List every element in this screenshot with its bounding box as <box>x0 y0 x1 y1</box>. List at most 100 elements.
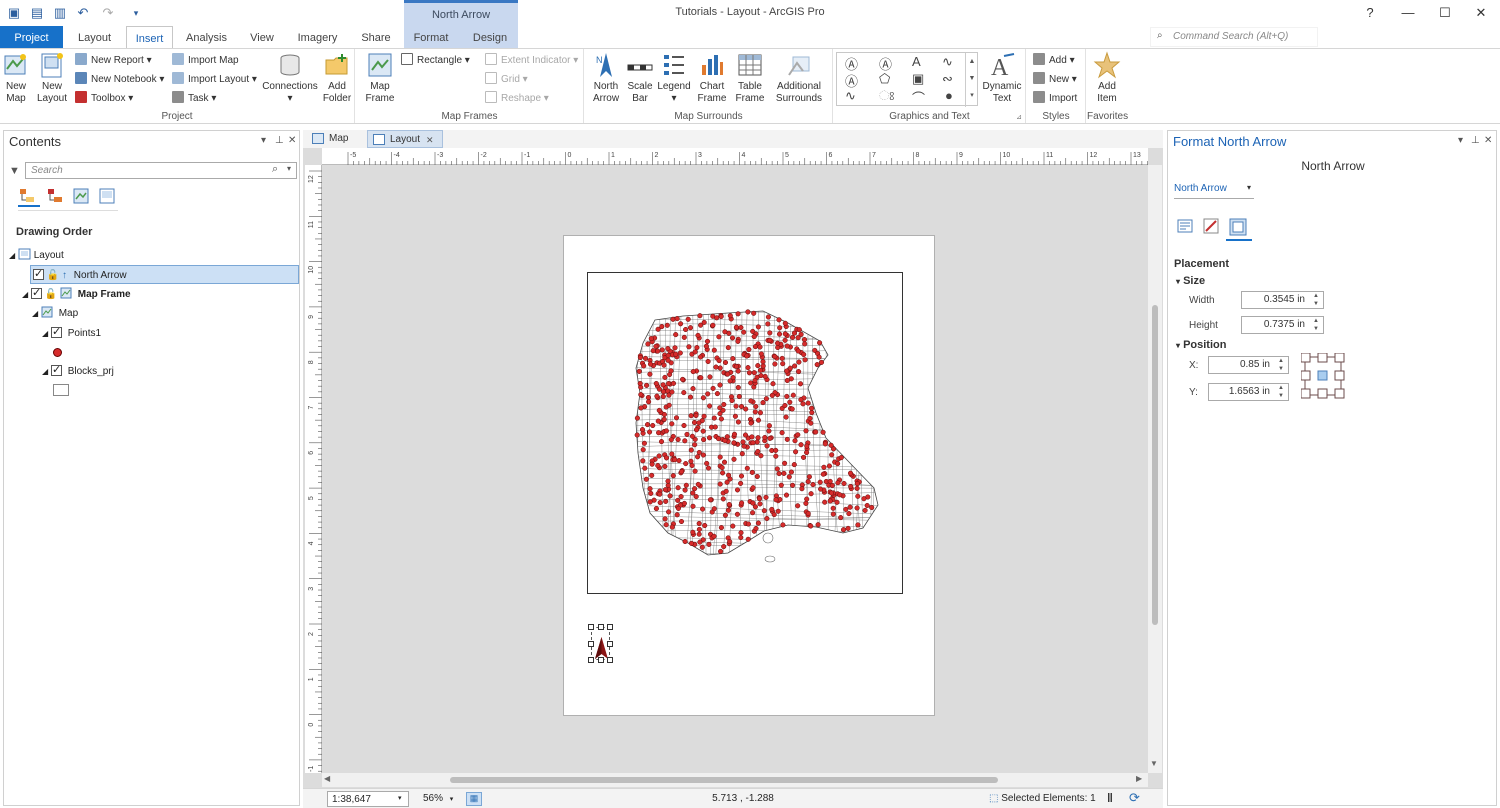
map-content[interactable] <box>588 273 904 595</box>
element-select[interactable]: North Arrow ▾ <box>1174 183 1254 199</box>
search-icon[interactable]: ⌕ <box>272 163 278 176</box>
tree-item-blocks-prj[interactable]: ◢ Blocks_prj <box>42 361 114 381</box>
legend-button[interactable]: Legend ▾ <box>657 51 691 105</box>
visibility-checkbox[interactable] <box>50 323 62 342</box>
scale-bar-button[interactable]: Scale Bar <box>625 51 655 105</box>
polygon-icon[interactable]: ⬠ <box>879 71 890 87</box>
tab-design[interactable]: Design <box>463 26 517 48</box>
customize-quick-access-icon[interactable]: ▾ <box>128 5 144 21</box>
resize-handle[interactable] <box>598 624 604 630</box>
pause-icon[interactable]: ‖ <box>1107 791 1113 805</box>
map-frame-button[interactable]: Map Frame <box>364 51 396 105</box>
tab-share[interactable]: Share <box>351 26 401 48</box>
tab-analysis[interactable]: Analysis <box>178 26 235 48</box>
zoom-select[interactable]: 56% ▾ <box>415 791 460 807</box>
search-options-icon[interactable]: ▾ <box>287 164 291 173</box>
anchor-point-selector[interactable] <box>1300 352 1345 399</box>
x-spinner[interactable]: ▲ ▼ <box>1276 357 1286 373</box>
collapse-icon[interactable]: ◢ <box>32 309 38 318</box>
collapse-icon[interactable]: ◢ <box>22 290 28 299</box>
tab-layout[interactable]: Layout <box>66 26 123 48</box>
tree-item-points1[interactable]: ◢ Points1 <box>42 323 101 343</box>
gallery-scroll[interactable]: ▲ ▼ ▾ <box>965 53 978 107</box>
polyline-icon[interactable]: ∾ <box>942 71 953 87</box>
placement-tab-icon[interactable] <box>1226 215 1252 241</box>
toolbox-button[interactable]: Toolbox ▾ <box>75 91 133 107</box>
y-position-field[interactable]: 1.6563 in ▲ ▼ <box>1208 383 1289 401</box>
view-tab-layout[interactable]: Layout ✕ <box>367 130 443 148</box>
picture-icon[interactable]: ▣ <box>912 71 924 87</box>
point-icon[interactable]: ● <box>945 88 953 103</box>
minimize-button[interactable]: — <box>1393 3 1423 23</box>
selection-view-icon[interactable] <box>46 187 66 207</box>
size-section-toggle[interactable]: ▾ Size <box>1176 275 1205 287</box>
new-style-button[interactable]: New ▾ <box>1033 72 1077 88</box>
width-field[interactable]: 0.3545 in ▲ ▼ <box>1241 291 1324 309</box>
visibility-checkbox[interactable] <box>50 361 62 380</box>
vertical-scroll-thumb[interactable] <box>1152 305 1158 625</box>
save-icon[interactable]: ▥ <box>52 5 68 21</box>
symbol-tab-icon[interactable] <box>1202 217 1222 237</box>
selected-elements-count[interactable]: ⬚ Selected Elements: 1 <box>989 793 1096 804</box>
filter-icon[interactable]: ▼ <box>9 165 20 177</box>
dialog-launcher-icon[interactable]: ⊿ <box>1016 113 1022 121</box>
tree-item-north-arrow[interactable]: 🔓 ↑ North Arrow <box>30 265 299 284</box>
new-report-button[interactable]: New Report ▾ <box>75 53 152 69</box>
curved-text-icon[interactable]: ∿ <box>942 54 953 70</box>
pane-menu-icon[interactable]: ▾ <box>261 135 266 146</box>
fixed-zoom-icon[interactable]: ▦ <box>466 792 482 806</box>
close-button[interactable]: ✕ <box>1466 3 1496 23</box>
import-layout-button[interactable]: Import Layout ▾ <box>172 72 257 88</box>
chart-frame-button[interactable]: Chart Frame <box>695 51 729 105</box>
contents-search-input[interactable]: Search ⌕ ▾ <box>25 162 297 179</box>
horizontal-scrollbar[interactable]: ◀ ▶ <box>322 773 1148 787</box>
vertical-scrollbar[interactable]: ▼ <box>1148 165 1162 773</box>
reshape-button[interactable]: Reshape ▾ <box>485 91 549 107</box>
map-frames-view-icon[interactable] <box>72 187 92 207</box>
new-map-button[interactable]: New Map <box>2 51 30 105</box>
add-style-button[interactable]: Add ▾ <box>1033 53 1075 69</box>
x-position-field[interactable]: 0.85 in ▲ ▼ <box>1208 356 1289 374</box>
pin-icon[interactable]: ⊥ <box>1471 135 1480 146</box>
scroll-left-icon[interactable]: ◀ <box>324 774 330 783</box>
freehand-text-icon[interactable]: ∿ <box>845 88 856 104</box>
rectangle-button[interactable]: Rectangle ▾ <box>401 53 470 69</box>
pane-close-icon[interactable]: ✕ <box>288 135 296 146</box>
lock-icon[interactable]: 🔓 <box>45 289 57 300</box>
position-section-toggle[interactable]: ▾ Position <box>1176 339 1226 351</box>
visibility-checkbox[interactable] <box>33 265 44 284</box>
resize-handle[interactable] <box>607 641 613 647</box>
resize-handle[interactable] <box>588 657 594 663</box>
layout-view-icon[interactable] <box>98 187 118 207</box>
graphics-gallery[interactable]: Ⓐ Ⓐ A ∿ Ⓐ ⬠ ▣ ∾ ∿ ଃ ⌒ ● ▲ ▼ ▾ <box>836 52 978 107</box>
height-field[interactable]: 0.7375 in ▲ ▼ <box>1241 316 1324 334</box>
collapse-icon[interactable]: ◢ <box>42 329 48 338</box>
resize-handle[interactable] <box>607 657 613 663</box>
scale-select[interactable]: 1:38,647 ▾ <box>327 791 409 807</box>
grid-button[interactable]: Grid ▾ <box>485 72 528 88</box>
y-spinner[interactable]: ▲ ▼ <box>1276 384 1286 400</box>
table-frame-button[interactable]: Table Frame <box>733 51 767 105</box>
command-search-input[interactable]: ⌕ Command Search (Alt+Q) <box>1150 27 1318 47</box>
new-layout-button[interactable]: New Layout <box>36 51 68 105</box>
map-frame[interactable] <box>587 272 903 594</box>
help-button[interactable]: ? <box>1355 3 1385 23</box>
open-icon[interactable]: ▤ <box>29 5 45 21</box>
undo-icon[interactable]: ↶ <box>75 5 91 21</box>
pin-icon[interactable]: ⊥ <box>275 135 284 146</box>
resize-handle[interactable] <box>588 624 594 630</box>
tab-insert[interactable]: Insert <box>126 26 173 48</box>
options-tab-icon[interactable] <box>1176 217 1196 237</box>
refresh-icon[interactable]: ⟳ <box>1129 790 1140 806</box>
tree-item-map[interactable]: ◢ Map <box>32 304 78 323</box>
pane-menu-icon[interactable]: ▾ <box>1458 135 1463 146</box>
polygon-symbol-icon[interactable] <box>53 384 69 396</box>
add-folder-button[interactable]: Add Folder <box>322 51 352 105</box>
tab-project[interactable]: Project <box>0 26 63 48</box>
tab-format[interactable]: Format <box>405 26 457 48</box>
visibility-checkbox[interactable] <box>30 284 42 303</box>
scroll-down-icon[interactable]: ▼ <box>1150 759 1158 768</box>
add-item-button[interactable]: Add Item <box>1089 51 1125 105</box>
project-icon[interactable]: ▣ <box>6 5 22 21</box>
connections-button[interactable]: Connections ▾ <box>262 51 318 105</box>
